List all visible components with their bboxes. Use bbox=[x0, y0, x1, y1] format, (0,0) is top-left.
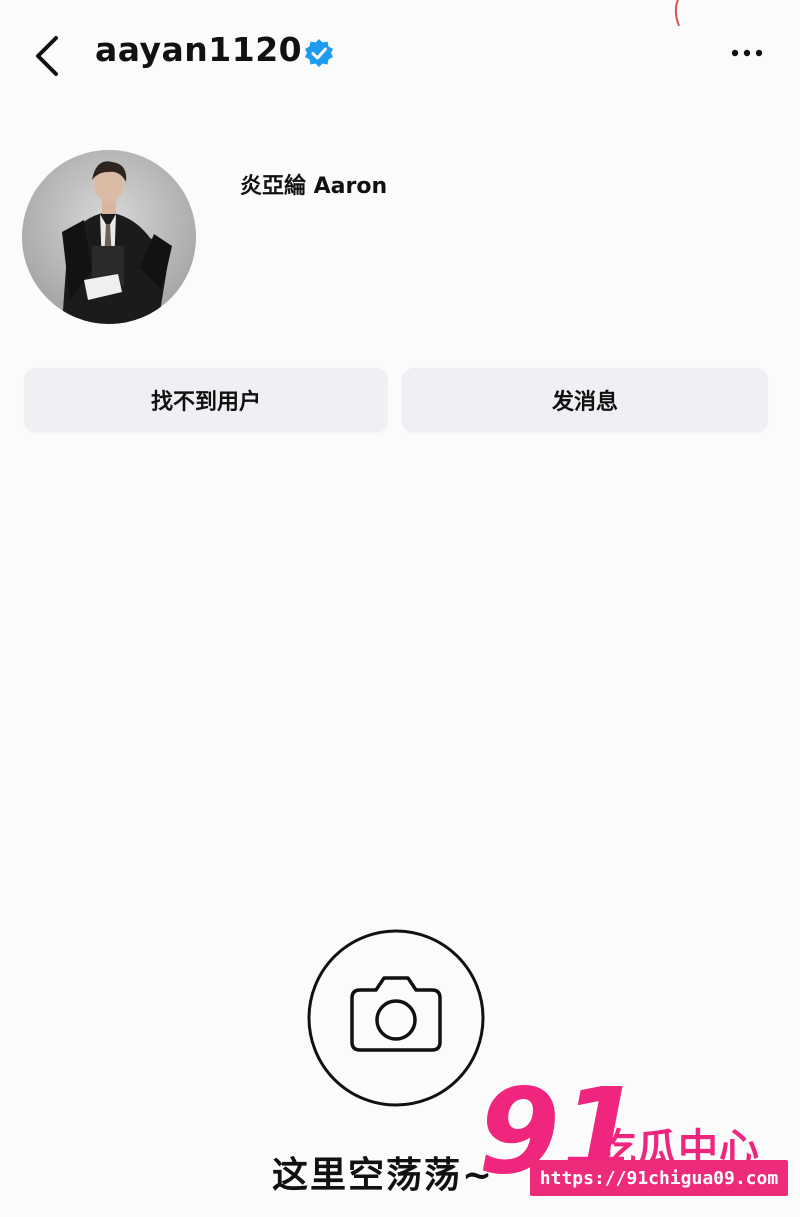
verified-badge-icon bbox=[305, 39, 333, 67]
edge-artifact bbox=[674, 0, 680, 26]
username-title: aayan1120 bbox=[95, 30, 303, 69]
profile-avatar[interactable] bbox=[22, 150, 196, 324]
avatar-photo bbox=[22, 150, 196, 324]
watermark-url: https://91chigua09.com bbox=[530, 1160, 788, 1196]
more-options-icon[interactable] bbox=[722, 36, 772, 70]
camera-icon bbox=[307, 929, 485, 1107]
back-chevron-icon[interactable] bbox=[26, 30, 70, 78]
user-not-found-button[interactable]: 找不到用户 bbox=[24, 368, 388, 432]
send-message-button[interactable]: 发消息 bbox=[402, 368, 768, 432]
user-not-found-label: 找不到用户 bbox=[150, 390, 261, 415]
empty-state-text: 这里空荡荡~ bbox=[272, 1155, 495, 1196]
display-name: 炎亞綸 Aaron bbox=[240, 174, 388, 199]
send-message-label: 发消息 bbox=[551, 390, 618, 415]
